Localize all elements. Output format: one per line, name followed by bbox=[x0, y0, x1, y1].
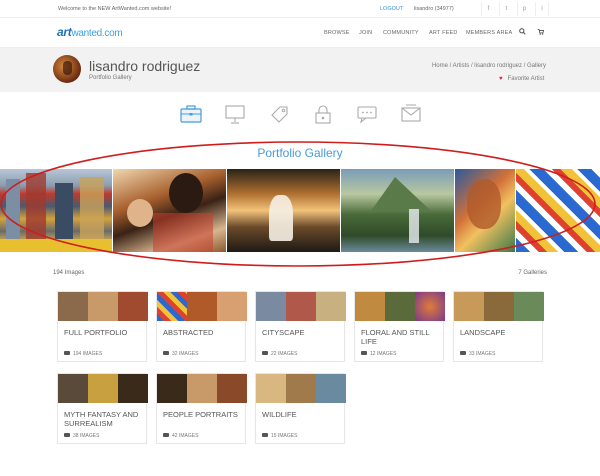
album-count: 15 IMAGES bbox=[262, 433, 297, 439]
images-count: 194 Images bbox=[53, 270, 85, 276]
album-count: 194 IMAGES bbox=[64, 351, 102, 357]
favorite-label: Favorite Artist bbox=[507, 76, 545, 82]
album-thumbnails bbox=[58, 292, 148, 321]
image-carousel[interactable] bbox=[0, 169, 600, 252]
album-title[interactable]: CITYSCAPE bbox=[262, 328, 344, 337]
avatar[interactable] bbox=[53, 55, 81, 83]
painting-abstracted[interactable] bbox=[516, 169, 600, 252]
twitter-icon[interactable]: t bbox=[499, 2, 513, 16]
folder-icon bbox=[262, 433, 268, 437]
album-count: 42 IMAGES bbox=[163, 433, 198, 439]
folder-icon bbox=[460, 351, 466, 355]
cart-icon[interactable] bbox=[537, 28, 545, 37]
mail-icon[interactable] bbox=[400, 104, 422, 124]
main-nav: artwanted.com BROWSE JOIN COMMUNITY ART … bbox=[0, 18, 600, 48]
painting-myth[interactable] bbox=[227, 169, 340, 252]
album-count-label: 38 IMAGES bbox=[73, 433, 100, 439]
album-count: 32 IMAGES bbox=[163, 351, 198, 357]
comments-icon[interactable] bbox=[356, 104, 378, 124]
painting-abstract-portrait[interactable] bbox=[455, 169, 515, 252]
album-card-landscape[interactable]: LANDSCAPE 33 IMAGES bbox=[453, 291, 544, 362]
profile-header: lisandro rodriguez Portfolio Gallery Hom… bbox=[0, 48, 600, 92]
artist-name: lisandro rodriguez bbox=[89, 58, 201, 74]
album-title[interactable]: WILDLIFE bbox=[262, 410, 344, 419]
album-card-people-portraits[interactable]: PEOPLE PORTRAITS 42 IMAGES bbox=[156, 373, 247, 444]
facebook-icon[interactable]: f bbox=[481, 2, 495, 16]
gallery-title: Portfolio Gallery bbox=[257, 146, 343, 160]
top-bar: Welcome to the NEW ArtWanted.com website… bbox=[0, 0, 600, 18]
favorite-artist-button[interactable]: ♥ Favorite Artist bbox=[499, 76, 544, 82]
album-card-full-portfolio[interactable]: FULL PORTFOLIO 194 IMAGES bbox=[57, 291, 148, 362]
album-title[interactable]: PEOPLE PORTRAITS bbox=[163, 410, 245, 419]
folder-icon bbox=[163, 351, 169, 355]
nav-members-area[interactable]: MEMBERS AREA bbox=[466, 30, 512, 36]
album-thumbnails bbox=[256, 374, 346, 403]
folder-icon bbox=[163, 433, 169, 437]
folder-icon bbox=[262, 351, 268, 355]
heart-icon: ♥ bbox=[499, 76, 503, 82]
album-title[interactable]: MYTH FANTASY AND SURREALISM bbox=[64, 410, 146, 428]
album-title[interactable]: LANDSCAPE bbox=[460, 328, 542, 337]
album-count-label: 22 IMAGES bbox=[271, 351, 298, 357]
pinterest-icon[interactable]: p bbox=[517, 2, 531, 16]
lock-icon[interactable] bbox=[312, 104, 334, 124]
nav-browse[interactable]: BROWSE bbox=[324, 30, 350, 36]
user-account-link[interactable]: lisandro (34977) bbox=[414, 6, 454, 12]
galleries-count: 7 Galleries bbox=[518, 270, 547, 276]
search-icon[interactable] bbox=[519, 28, 526, 37]
album-card-abstracted[interactable]: ABSTRACTED 32 IMAGES bbox=[156, 291, 247, 362]
album-count-label: 15 IMAGES bbox=[271, 433, 298, 439]
folder-icon bbox=[64, 433, 70, 437]
page-subtitle: Portfolio Gallery bbox=[89, 75, 132, 81]
album-count: 33 IMAGES bbox=[460, 351, 495, 357]
folder-icon bbox=[361, 351, 367, 355]
instagram-icon[interactable]: i bbox=[535, 2, 549, 16]
site-logo[interactable]: artwanted.com bbox=[57, 25, 123, 39]
album-title[interactable]: FULL PORTFOLIO bbox=[64, 328, 146, 337]
breadcrumb[interactable]: Home / Artists / lisandro rodriguez / Ga… bbox=[432, 63, 546, 69]
folder-icon bbox=[64, 351, 70, 355]
album-thumbnails bbox=[256, 292, 346, 321]
logo-art: art bbox=[57, 25, 72, 39]
album-thumbnails bbox=[355, 292, 445, 321]
album-thumbnails bbox=[157, 374, 247, 403]
price-tag-icon[interactable] bbox=[268, 104, 290, 124]
logout-link[interactable]: LOGOUT bbox=[380, 6, 403, 12]
nav-art-feed[interactable]: ART FEED bbox=[429, 30, 458, 36]
album-card-cityscape[interactable]: CITYSCAPE 22 IMAGES bbox=[255, 291, 346, 362]
album-card-myth-fantasy[interactable]: MYTH FANTASY AND SURREALISM 38 IMAGES bbox=[57, 373, 148, 444]
logo-rest: wanted.com bbox=[71, 28, 123, 39]
painting-cityscape[interactable] bbox=[0, 169, 112, 252]
album-count-label: 42 IMAGES bbox=[172, 433, 199, 439]
painting-portrait[interactable] bbox=[113, 169, 226, 252]
album-thumbnails bbox=[58, 374, 148, 403]
portfolio-icon[interactable] bbox=[180, 104, 202, 124]
painting-landscape[interactable] bbox=[341, 169, 454, 252]
album-card-wildlife[interactable]: WILDLIFE 15 IMAGES bbox=[255, 373, 346, 444]
presentation-icon[interactable] bbox=[224, 104, 246, 124]
album-count-label: 33 IMAGES bbox=[469, 351, 496, 357]
album-title[interactable]: FLORAL AND STILL LIFE bbox=[361, 328, 443, 346]
nav-join[interactable]: JOIN bbox=[359, 30, 372, 36]
album-count-label: 194 IMAGES bbox=[73, 351, 103, 357]
album-count-label: 32 IMAGES bbox=[172, 351, 199, 357]
album-title[interactable]: ABSTRACTED bbox=[163, 328, 245, 337]
album-card-floral-still-life[interactable]: FLORAL AND STILL LIFE 12 IMAGES bbox=[354, 291, 445, 362]
welcome-message: Welcome to the NEW ArtWanted.com website… bbox=[58, 6, 172, 12]
album-thumbnails bbox=[157, 292, 247, 321]
nav-community[interactable]: COMMUNITY bbox=[383, 30, 419, 36]
album-thumbnails bbox=[454, 292, 544, 321]
album-count-label: 12 IMAGES bbox=[370, 351, 397, 357]
album-count: 22 IMAGES bbox=[262, 351, 297, 357]
album-count: 12 IMAGES bbox=[361, 351, 396, 357]
album-count: 38 IMAGES bbox=[64, 433, 99, 439]
